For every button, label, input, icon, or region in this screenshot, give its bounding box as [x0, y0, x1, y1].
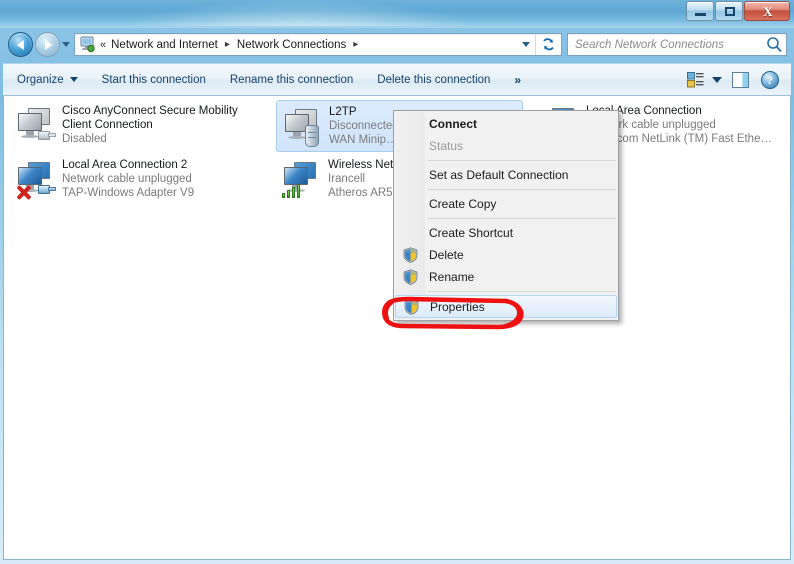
address-dropdown-button[interactable]	[517, 34, 535, 55]
menu-item-create-shortcut[interactable]: Create Shortcut	[395, 222, 617, 244]
vpn-connection-icon	[277, 103, 329, 151]
explorer-window: X « Network and Internet ▸ Network Conne…	[0, 0, 794, 564]
menu-item-properties[interactable]: Properties	[395, 295, 617, 318]
context-menu: Connect Status Set as Default Connection…	[393, 110, 619, 321]
toolbar-overflow-button[interactable]: »	[506, 69, 529, 91]
list-item-text: Local Area Connection 2 Network cable un…	[62, 156, 252, 206]
help-button[interactable]: ?	[761, 70, 779, 89]
close-icon: X	[763, 4, 773, 19]
menu-separator	[428, 189, 616, 190]
change-view-icon[interactable]	[687, 71, 704, 88]
network-icon	[78, 36, 96, 53]
menu-item-connect[interactable]: Connect	[395, 113, 617, 135]
menu-item-delete[interactable]: Delete	[395, 244, 617, 266]
maximize-icon	[725, 7, 735, 16]
preview-pane-icon[interactable]	[732, 71, 749, 88]
search-input[interactable]: Search Network Connections	[568, 39, 764, 51]
back-arrow-icon	[16, 39, 24, 50]
uac-shield-icon	[404, 299, 419, 315]
window-controls: X	[685, 1, 790, 22]
address-bar-row: « Network and Internet ▸ Network Connect…	[0, 28, 794, 62]
address-bar[interactable]: « Network and Internet ▸ Network Connect…	[74, 33, 562, 56]
maximize-button[interactable]	[715, 1, 743, 21]
forward-arrow-icon	[44, 39, 52, 50]
menu-separator	[428, 160, 616, 161]
rename-this-connection-button[interactable]: Rename this connection	[220, 69, 363, 91]
start-this-connection-button[interactable]: Start this connection	[92, 69, 216, 91]
breadcrumb-separator-icon[interactable]: ▸	[348, 39, 363, 50]
refresh-icon	[542, 38, 554, 51]
refresh-button[interactable]	[535, 34, 560, 55]
search-icon	[764, 34, 786, 55]
chevron-down-icon	[69, 77, 78, 82]
history-dropdown-icon[interactable]	[62, 42, 70, 47]
toolbar-right-group: ?	[687, 64, 785, 95]
menu-item-create-copy[interactable]: Create Copy	[395, 193, 617, 215]
list-item-text: Cisco AnyConnect Secure Mobility Client …	[62, 102, 247, 152]
network-adapter-disabled-icon	[10, 102, 62, 150]
command-toolbar: Organize Start this connection Rename th…	[3, 63, 791, 96]
red-x-icon	[15, 184, 31, 200]
view-dropdown-icon[interactable]	[712, 76, 722, 83]
delete-this-connection-button[interactable]: Delete this connection	[367, 69, 500, 91]
menu-item-label: Rename	[429, 270, 475, 284]
titlebar-glow	[120, 0, 480, 26]
organize-label: Organize	[17, 73, 64, 86]
menu-item-status: Status	[429, 139, 464, 153]
connection-name: Local Area Connection 2	[62, 159, 188, 171]
chevron-down-icon	[522, 42, 530, 47]
breadcrumb-item-network-connections[interactable]: Network Connections	[235, 38, 348, 52]
organize-button[interactable]: Organize	[7, 69, 88, 91]
connection-device: TAP-Windows Adapter V9	[62, 187, 195, 199]
menu-item-label: Properties	[430, 299, 485, 314]
list-item[interactable]: Local Area Connection 2 Network cable un…	[10, 154, 257, 206]
connection-status: Disabled	[62, 133, 107, 145]
menu-item-rename[interactable]: Rename	[395, 266, 617, 288]
uac-shield-icon	[403, 247, 418, 263]
uac-shield-icon	[403, 269, 418, 285]
title-bar: X	[0, 0, 794, 28]
breadcrumb-item-network-and-internet[interactable]: Network and Internet	[109, 38, 220, 52]
forward-button[interactable]	[35, 32, 60, 57]
connection-name: Cisco AnyConnect Secure Mobility Client …	[62, 105, 238, 131]
close-button[interactable]: X	[744, 1, 790, 21]
menu-separator	[428, 218, 616, 219]
menu-item-set-as-default-connection[interactable]: Set as Default Connection	[395, 164, 617, 186]
breadcrumb-separator-icon[interactable]: ▸	[220, 39, 235, 50]
breadcrumb-overflow-icon[interactable]: «	[96, 39, 109, 51]
wireless-adapter-icon	[276, 156, 328, 204]
search-box[interactable]: Search Network Connections	[567, 33, 787, 56]
signal-strength-icon	[282, 184, 304, 198]
network-adapter-unplugged-icon	[10, 156, 62, 204]
menu-separator	[428, 291, 616, 292]
menu-item-label: Delete	[429, 248, 464, 262]
minimize-button[interactable]	[686, 1, 714, 21]
minimize-icon	[695, 13, 706, 16]
connection-status: Network cable unplugged	[62, 173, 192, 185]
back-button[interactable]	[8, 32, 33, 57]
list-item[interactable]: Cisco AnyConnect Secure Mobility Client …	[10, 100, 257, 152]
